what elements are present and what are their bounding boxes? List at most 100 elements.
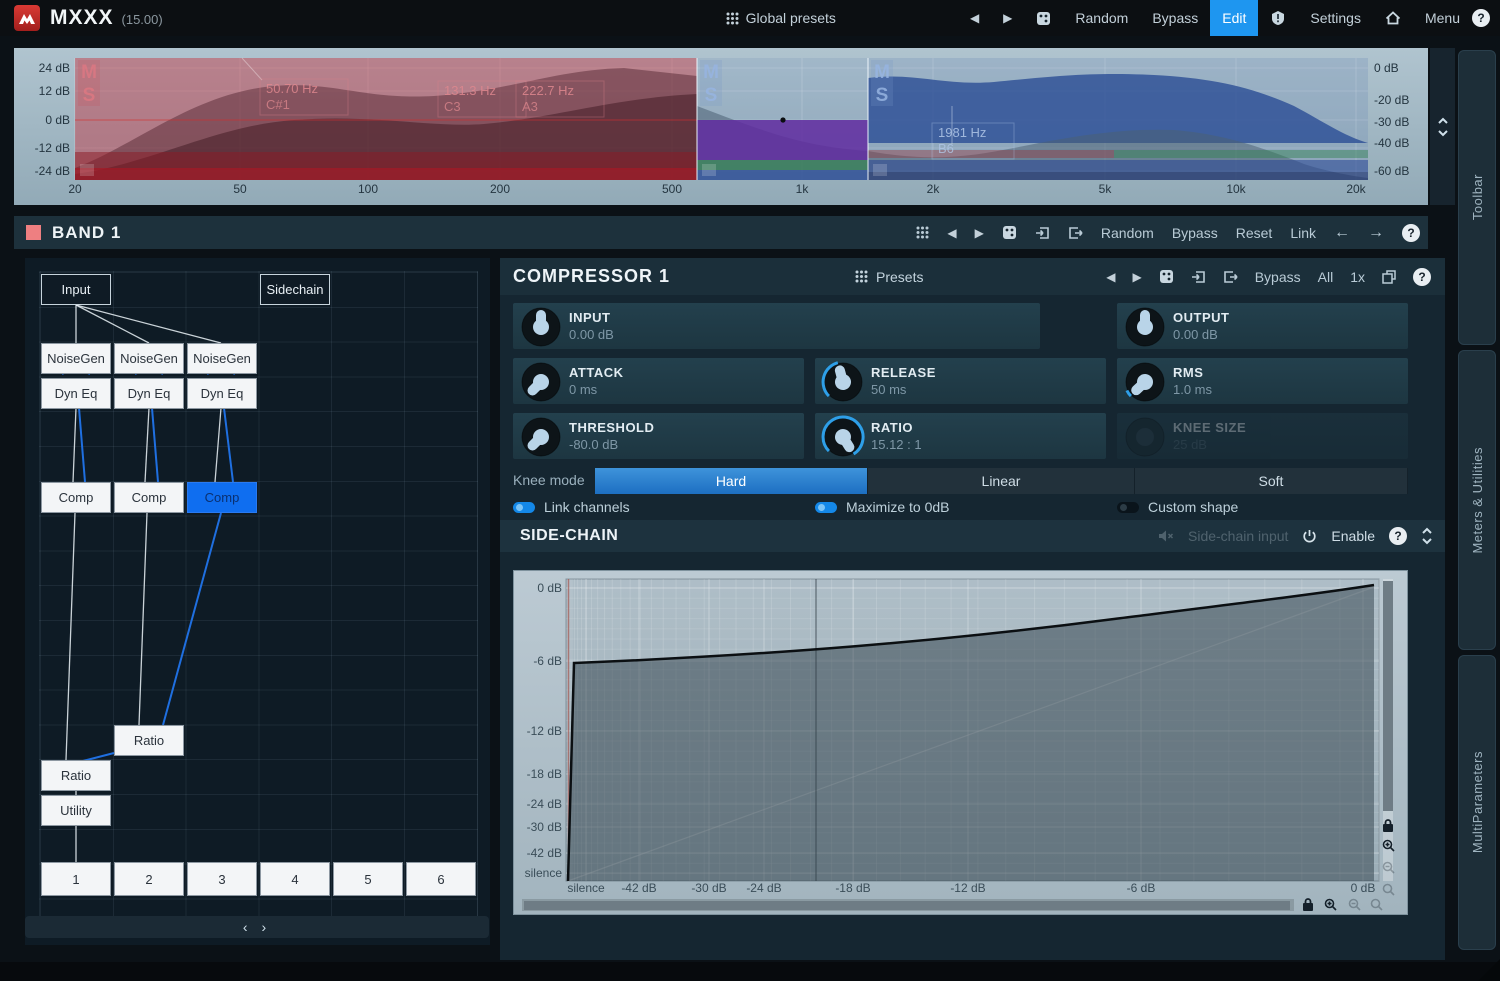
sidebar-tab-meters-utilities[interactable]: Meters & Utilities	[1458, 350, 1496, 650]
release-knob[interactable]	[821, 360, 865, 404]
matrix-slot-4[interactable]: 4	[260, 862, 330, 896]
threshold-knob[interactable]	[519, 415, 563, 459]
matrix-node-utility[interactable]: Utility	[41, 795, 111, 826]
dice-icon[interactable]	[1002, 225, 1017, 240]
knee-option-linear[interactable]: Linear	[868, 468, 1135, 494]
preset-prev-button[interactable]: ◀	[958, 11, 991, 25]
ratio-knob[interactable]	[821, 415, 865, 459]
zoom-reset-icon[interactable]	[1382, 883, 1395, 896]
matrix-slot-5[interactable]: 5	[333, 862, 403, 896]
matrix-node-ratio[interactable]: Ratio	[41, 760, 111, 791]
band-next-button[interactable]: ▶	[975, 226, 984, 240]
sidebar-tab-toolbar[interactable]: Toolbar	[1458, 50, 1496, 345]
comp-help-button[interactable]: ?	[1413, 267, 1431, 286]
matrix-slot-3[interactable]: 3	[187, 862, 257, 896]
export-icon[interactable]	[1068, 226, 1083, 240]
knee-size-knob[interactable]	[1123, 415, 1167, 459]
export-icon[interactable]	[1223, 270, 1238, 284]
knee-size-knob-value: 25 dB	[1173, 437, 1207, 452]
attack-knob[interactable]	[519, 360, 563, 404]
matrix-slot-6[interactable]: 6	[406, 862, 476, 896]
edit-button[interactable]: Edit	[1210, 0, 1259, 36]
preset-next-button[interactable]: ▶	[991, 11, 1024, 25]
custom-shape-toggle[interactable]: Custom shape	[1117, 499, 1238, 515]
matrix-node-dyneq[interactable]: Dyn Eq	[187, 378, 257, 409]
comp-prev-button[interactable]: ◀	[1106, 270, 1115, 284]
matrix-node-noisegen[interactable]: NoiseGen	[114, 343, 184, 374]
sidechain-enable-button[interactable]: Enable	[1331, 528, 1375, 544]
warning-icon[interactable]	[1258, 10, 1298, 26]
band-bypass-button[interactable]: Bypass	[1172, 225, 1218, 241]
lock-icon[interactable]	[1303, 898, 1313, 911]
randomize-button[interactable]: Random	[1063, 10, 1140, 26]
input-knob[interactable]	[519, 305, 563, 349]
undo-icon[interactable]: ←	[1334, 224, 1350, 242]
link-channels-toggle[interactable]: Link channels	[513, 499, 630, 515]
maximize-0db-toggle[interactable]: Maximize to 0dB	[815, 499, 949, 515]
rms-knob[interactable]	[1123, 360, 1167, 404]
matrix-node-dyneq[interactable]: Dyn Eq	[114, 378, 184, 409]
band-prev-button[interactable]: ◀	[947, 226, 956, 240]
import-icon[interactable]	[1035, 226, 1050, 240]
home-icon[interactable]	[1373, 11, 1413, 25]
power-icon[interactable]	[1302, 529, 1317, 544]
dice-icon[interactable]	[1159, 269, 1174, 284]
sidechain-input-label[interactable]: Side-chain input	[1188, 528, 1288, 544]
matrix-node-comp[interactable]: Comp	[41, 482, 111, 513]
grid-icon[interactable]	[916, 226, 929, 239]
band-side-button[interactable]: S	[876, 85, 889, 106]
band-help-button[interactable]: ?	[1402, 223, 1420, 242]
band-mid-button[interactable]: M	[81, 62, 97, 83]
import-icon[interactable]	[1191, 270, 1206, 284]
comp-next-button[interactable]: ▶	[1132, 270, 1141, 284]
chevron-up-down-icon[interactable]	[1421, 526, 1433, 546]
spectrum-range-control[interactable]	[1430, 48, 1455, 205]
resize-handle[interactable]	[1478, 959, 1500, 981]
sidebar-tab-multiparameters[interactable]: MultiParameters	[1458, 655, 1496, 950]
band-side-button[interactable]: S	[705, 85, 718, 106]
sidechain-help-button[interactable]: ?	[1389, 527, 1407, 545]
zoom-in-icon[interactable]	[1324, 898, 1337, 911]
band-random-button[interactable]: Random	[1101, 225, 1154, 241]
redo-icon[interactable]: →	[1368, 224, 1384, 242]
comp-bypass-button[interactable]: Bypass	[1255, 269, 1301, 285]
dice-icon[interactable]	[1024, 11, 1063, 26]
spectrum-display[interactable]: MSMSMS 50.70 Hz C#1 131.3 Hz C3 222.7 Hz…	[14, 48, 1428, 205]
channels-all-button[interactable]: All	[1318, 269, 1334, 285]
matrix-scrollbar[interactable]: ‹ ›	[25, 916, 489, 938]
knee-option-hard[interactable]: Hard	[595, 468, 868, 494]
matrix-node-input[interactable]: Input	[41, 274, 111, 305]
output-knob[interactable]	[1123, 305, 1167, 349]
matrix-node-comp-selected[interactable]: Comp	[187, 482, 257, 513]
matrix-node-comp[interactable]: Comp	[114, 482, 184, 513]
matrix-node-noisegen[interactable]: NoiseGen	[41, 343, 111, 374]
matrix-node-ratio[interactable]: Ratio	[114, 725, 184, 756]
graph-hscrollbar-thumb[interactable]	[524, 901, 1290, 910]
band-mid-button[interactable]: M	[874, 62, 890, 83]
band-reset-button[interactable]: Reset	[1236, 225, 1273, 241]
settings-button[interactable]: Settings	[1298, 10, 1373, 26]
melda-logo-icon[interactable]	[14, 5, 40, 31]
oversampling-button[interactable]: 1x	[1350, 269, 1365, 285]
knee-option-soft[interactable]: Soft	[1135, 468, 1408, 494]
matrix-slot-1[interactable]: 1	[41, 862, 111, 896]
zoom-reset-icon[interactable]	[1370, 898, 1383, 911]
graph-vscrollbar-thumb[interactable]	[1383, 581, 1393, 811]
global-presets-button[interactable]: Global presets	[714, 10, 848, 26]
matrix-node-noisegen[interactable]: NoiseGen	[187, 343, 257, 374]
matrix-slot-2[interactable]: 2	[114, 862, 184, 896]
band-color-swatch[interactable]	[26, 225, 41, 240]
bypass-button[interactable]: Bypass	[1140, 10, 1210, 26]
menu-button[interactable]: Menu	[1413, 10, 1472, 26]
detach-window-icon[interactable]	[1382, 269, 1396, 284]
band-side-button[interactable]: S	[83, 85, 96, 106]
help-button[interactable]: ?	[1472, 9, 1490, 27]
band-mid-button[interactable]: M	[703, 62, 719, 83]
matrix-node-dyneq[interactable]: Dyn Eq	[41, 378, 111, 409]
presets-button[interactable]: Presets	[876, 269, 923, 285]
band-link-button[interactable]: Link	[1290, 225, 1316, 241]
zoom-out-icon[interactable]	[1348, 898, 1361, 911]
speaker-muted-icon[interactable]	[1158, 529, 1174, 543]
matrix-node-sidechain[interactable]: Sidechain	[260, 274, 330, 305]
transfer-curve-graph[interactable]: 0 dB -6 dB -12 dB -18 dB -24 dB -30 dB -42 dB s…	[513, 570, 1408, 915]
